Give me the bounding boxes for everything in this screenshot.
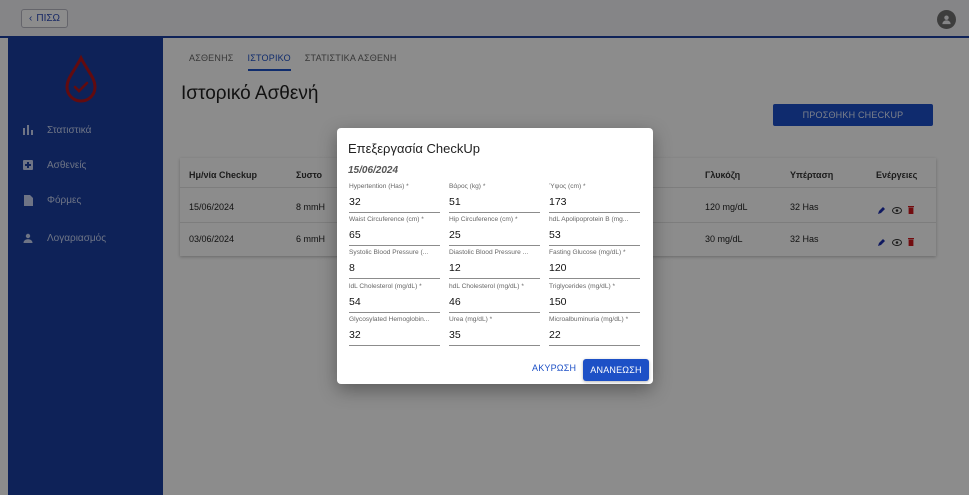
fasting-glucose-field[interactable]: Fasting Glucose (mg/dL) * 120 — [549, 249, 640, 279]
hypertension-field[interactable]: Hypertention (Has) * 32 — [349, 183, 440, 213]
field-label: Triglycerides (mg/dL) * — [549, 283, 616, 290]
field-label: hdL Apolipoprotein B (mg... — [549, 216, 629, 223]
dialog-title: Επεξεργασία CheckUp — [348, 141, 480, 156]
apolipoprotein-b-field[interactable]: hdL Apolipoprotein B (mg... 53 — [549, 216, 640, 246]
field-label: Ύψος (cm) * — [549, 183, 586, 190]
height-field[interactable]: Ύψος (cm) * 173 — [549, 183, 640, 213]
microalbuminuria-field[interactable]: Microalbuminuria (mg/dL) * 22 — [549, 316, 640, 346]
field-value: 25 — [449, 229, 461, 241]
update-button[interactable]: ΑΝΑΝΕΩΣΗ — [583, 359, 649, 381]
field-label: Glycosylated Hemoglobin... — [349, 316, 430, 323]
field-label: Waist Circuference (cm) * — [349, 216, 424, 223]
cancel-button[interactable]: ΑΚΥΡΩΣΗ — [532, 363, 576, 373]
triglycerides-field[interactable]: Triglycerides (mg/dL) * 150 — [549, 283, 640, 313]
weight-field[interactable]: Βάρος (kg) * 51 — [449, 183, 540, 213]
hip-circumference-field[interactable]: Hip Circuference (cm) * 25 — [449, 216, 540, 246]
waist-circumference-field[interactable]: Waist Circuference (cm) * 65 — [349, 216, 440, 246]
dialog-date: 15/06/2024 — [348, 165, 399, 176]
field-value: 173 — [549, 196, 567, 208]
ldl-cholesterol-field[interactable]: ldL Cholesterol (mg/dL) * 54 — [349, 283, 440, 313]
field-label: ldL Cholesterol (mg/dL) * — [349, 283, 422, 290]
hdl-cholesterol-field[interactable]: hdL Cholesterol (mg/dL) * 46 — [449, 283, 540, 313]
field-label: hdL Cholesterol (mg/dL) * — [449, 283, 524, 290]
field-label: Urea (mg/dL) * — [449, 316, 493, 323]
field-value: 8 — [349, 262, 355, 274]
field-label: Βάρος (kg) * — [449, 183, 486, 190]
diastolic-pressure-field[interactable]: Diastolic Blood Pressure ... 12 — [449, 249, 540, 279]
field-label: Hypertention (Has) * — [349, 183, 409, 190]
field-value: 51 — [449, 196, 461, 208]
field-value: 32 — [349, 196, 361, 208]
field-value: 150 — [549, 296, 567, 308]
field-value: 46 — [449, 296, 461, 308]
field-value: 53 — [549, 229, 561, 241]
field-value: 32 — [349, 329, 361, 341]
field-value: 22 — [549, 329, 561, 341]
field-value: 120 — [549, 262, 567, 274]
field-value: 12 — [449, 262, 461, 274]
field-label: Microalbuminuria (mg/dL) * — [549, 316, 629, 323]
field-label: Fasting Glucose (mg/dL) * — [549, 249, 626, 256]
field-value: 35 — [449, 329, 461, 341]
systolic-pressure-field[interactable]: Systolic Blood Pressure (... 8 — [349, 249, 440, 279]
field-label: Systolic Blood Pressure (... — [349, 249, 429, 256]
field-label: Diastolic Blood Pressure ... — [449, 249, 529, 256]
field-value: 54 — [349, 296, 361, 308]
field-label: Hip Circuference (cm) * — [449, 216, 518, 223]
urea-field[interactable]: Urea (mg/dL) * 35 — [449, 316, 540, 346]
field-value: 65 — [349, 229, 361, 241]
glycosylated-hemoglobin-field[interactable]: Glycosylated Hemoglobin... 32 — [349, 316, 440, 346]
edit-checkup-dialog: Επεξεργασία CheckUp 15/06/2024 Hypertent… — [337, 128, 653, 384]
